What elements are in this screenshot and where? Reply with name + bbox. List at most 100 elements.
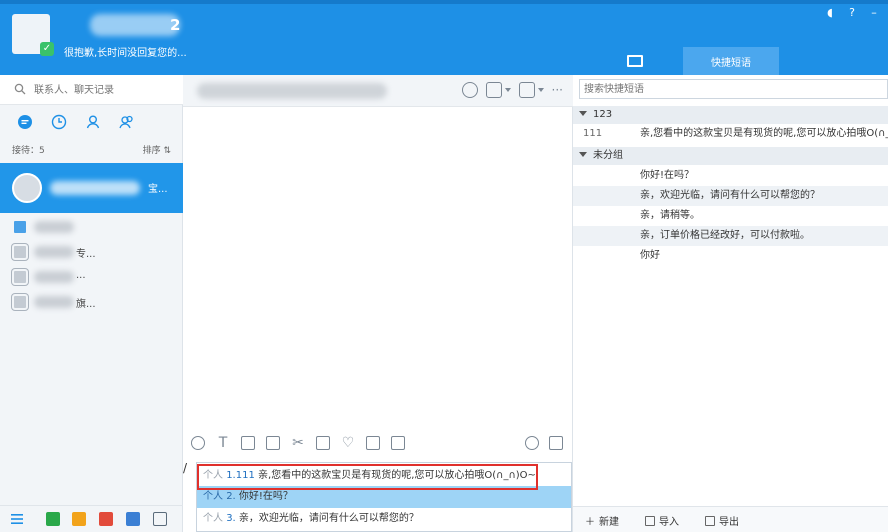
contact-item[interactable] [0,215,183,239]
suggestion-item[interactable]: 个人 1.111 亲,您看中的这款宝贝是有现货的呢,您可以放心拍哦O(∩_∩)O… [197,465,571,487]
sidebar-bottom-bar [0,505,183,532]
more-button[interactable]: ··· [552,83,563,97]
tab-contact-card[interactable] [587,47,683,75]
phrase-item[interactable]: 你好!在吗？ [573,166,888,186]
app-icon-blue[interactable] [126,512,140,526]
contact-card-icon [627,55,643,67]
user-avatar[interactable]: ✓ [12,14,54,56]
contact-search-input[interactable] [34,82,174,98]
image-icon[interactable] [241,436,255,450]
transfer-icon[interactable] [525,436,539,450]
contact-preview: ... [76,270,86,281]
chat-bubble-icon[interactable] [16,113,34,131]
scissors-icon[interactable]: ✂ [291,436,305,450]
profile-search-icon[interactable] [461,82,478,98]
user-name-blurred [90,14,180,36]
app-icon-orange[interactable] [72,512,86,526]
phrase-item[interactable]: 亲，欢迎光临，请问有什么可以帮您的？ [573,186,888,206]
app-icon-green[interactable] [46,512,60,526]
top-header: ✓ 2 很抱歉,长时间没回复您的... ◖ ? – 快捷短语 [0,0,888,75]
contact-item-active[interactable]: 宝... [0,163,183,213]
contacts-sidebar: 接待：5 排序 ⇅ 宝... 专... ... 旗... [0,75,183,532]
toolbar-right [525,436,563,450]
folder-icon[interactable] [266,436,280,450]
phrase-item[interactable]: 你好 [573,246,888,266]
video-icon[interactable] [518,82,535,98]
contact-avatar [12,244,28,260]
chevron-down-icon[interactable] [504,88,511,92]
shop-icon[interactable] [99,512,113,526]
phrase-search-input[interactable] [584,82,874,96]
contact-name-blurred [34,221,74,233]
chevron-down-icon [579,111,587,116]
chat-header-tools: ··· [461,82,563,98]
header-topline [0,0,888,4]
sidebar-tabs [0,109,183,137]
import-button[interactable]: 导入 [645,513,679,528]
new-phrase-button[interactable]: ＋新建 [585,513,619,528]
contact-item[interactable]: ... [0,265,183,289]
phrase-search-box [579,79,888,99]
chevron-down-icon [579,152,587,157]
quick-phrase-suggestions: 个人 1.111 亲,您看中的这款宝贝是有现货的呢,您可以放心拍哦O(∩_∩)O… [196,462,572,532]
person-icon[interactable] [84,113,102,131]
contact-name-blurred [34,296,74,308]
user-status-text[interactable]: 很抱歉,长时间没回复您的... [64,44,187,59]
help-icon[interactable]: ? [844,6,860,19]
phrases-footer: ＋新建 导入 导出 [573,506,888,532]
window-controls: ◖ ? – [822,6,882,19]
sort-button[interactable]: 排序 ⇅ [143,143,171,156]
contact-preview: 专... [76,249,96,260]
contact-avatar [12,269,28,285]
group-icon[interactable] [118,113,136,131]
online-check-icon: ✓ [40,42,54,56]
reception-count: 接待：5 [12,146,45,156]
reception-stats: 接待：5 排序 ⇅ [0,139,183,159]
font-icon[interactable]: T [216,436,230,450]
window-icon[interactable] [153,512,167,526]
contact-avatar [12,219,28,235]
contact-name-blurred [34,271,74,283]
tab-quick-phrases[interactable]: 快捷短语 [683,47,779,75]
contact-avatar [12,294,28,310]
contact-name-blurred [50,181,140,195]
export-icon [705,515,715,526]
phrase-item[interactable]: 亲，请稍等。 [573,206,888,226]
chat-contact-name-blurred [197,83,387,99]
plus-icon: ＋ [585,517,595,528]
user-name-suffix: 2 [170,16,181,34]
menu-icon[interactable] [10,512,24,526]
contact-preview: 旗... [76,299,96,310]
contact-item[interactable]: 专... [0,240,183,264]
contact-preview: 宝... [148,184,168,195]
suggestion-item-selected[interactable]: 个人 2. 你好!在吗？ [197,486,571,508]
history-icon[interactable] [549,436,563,450]
phrase-group-header[interactable]: 未分组 [573,147,888,165]
minimize-icon[interactable]: – [866,6,882,19]
chat-header: ··· [183,75,573,107]
phrase-item[interactable]: 111 亲,您看中的这款宝贝是有现货的呢,您可以放心拍哦O(∩_∩)O~ [573,124,888,144]
export-button[interactable]: 导出 [705,513,739,528]
order-icon[interactable] [485,82,502,98]
contact-name-blurred [34,246,74,258]
import-icon [645,515,655,526]
clock-icon[interactable] [50,113,68,131]
phrase-item[interactable]: 亲，订单价格已经改好，可以付款啦。 [573,226,888,246]
contact-item[interactable]: 旗... [0,290,183,314]
search-icon [14,83,26,95]
chat-input-toolbar: T ✂ ♡ [183,430,573,456]
suggestion-item[interactable]: 个人 3. 亲，欢迎光临，请问有什么可以帮您的？ [197,508,571,530]
heart-icon[interactable]: ♡ [341,436,355,450]
emoji-icon[interactable] [191,436,205,450]
vibrate-icon[interactable] [316,436,330,450]
quick-phrases-panel: 123 111 亲,您看中的这款宝贝是有现货的呢,您可以放心拍哦O(∩_∩)O~… [573,75,888,532]
header-tabs: 快捷短语 [587,47,779,75]
message-input-text[interactable]: / [183,461,187,475]
speaker-icon[interactable]: ◖ [822,6,838,19]
contact-avatar [12,173,42,203]
contact-search-box [0,75,183,105]
flag-icon[interactable] [391,436,405,450]
chevron-down-icon[interactable] [537,88,544,92]
calculator-icon[interactable] [366,436,380,450]
phrase-group-header[interactable]: 123 [573,106,888,124]
